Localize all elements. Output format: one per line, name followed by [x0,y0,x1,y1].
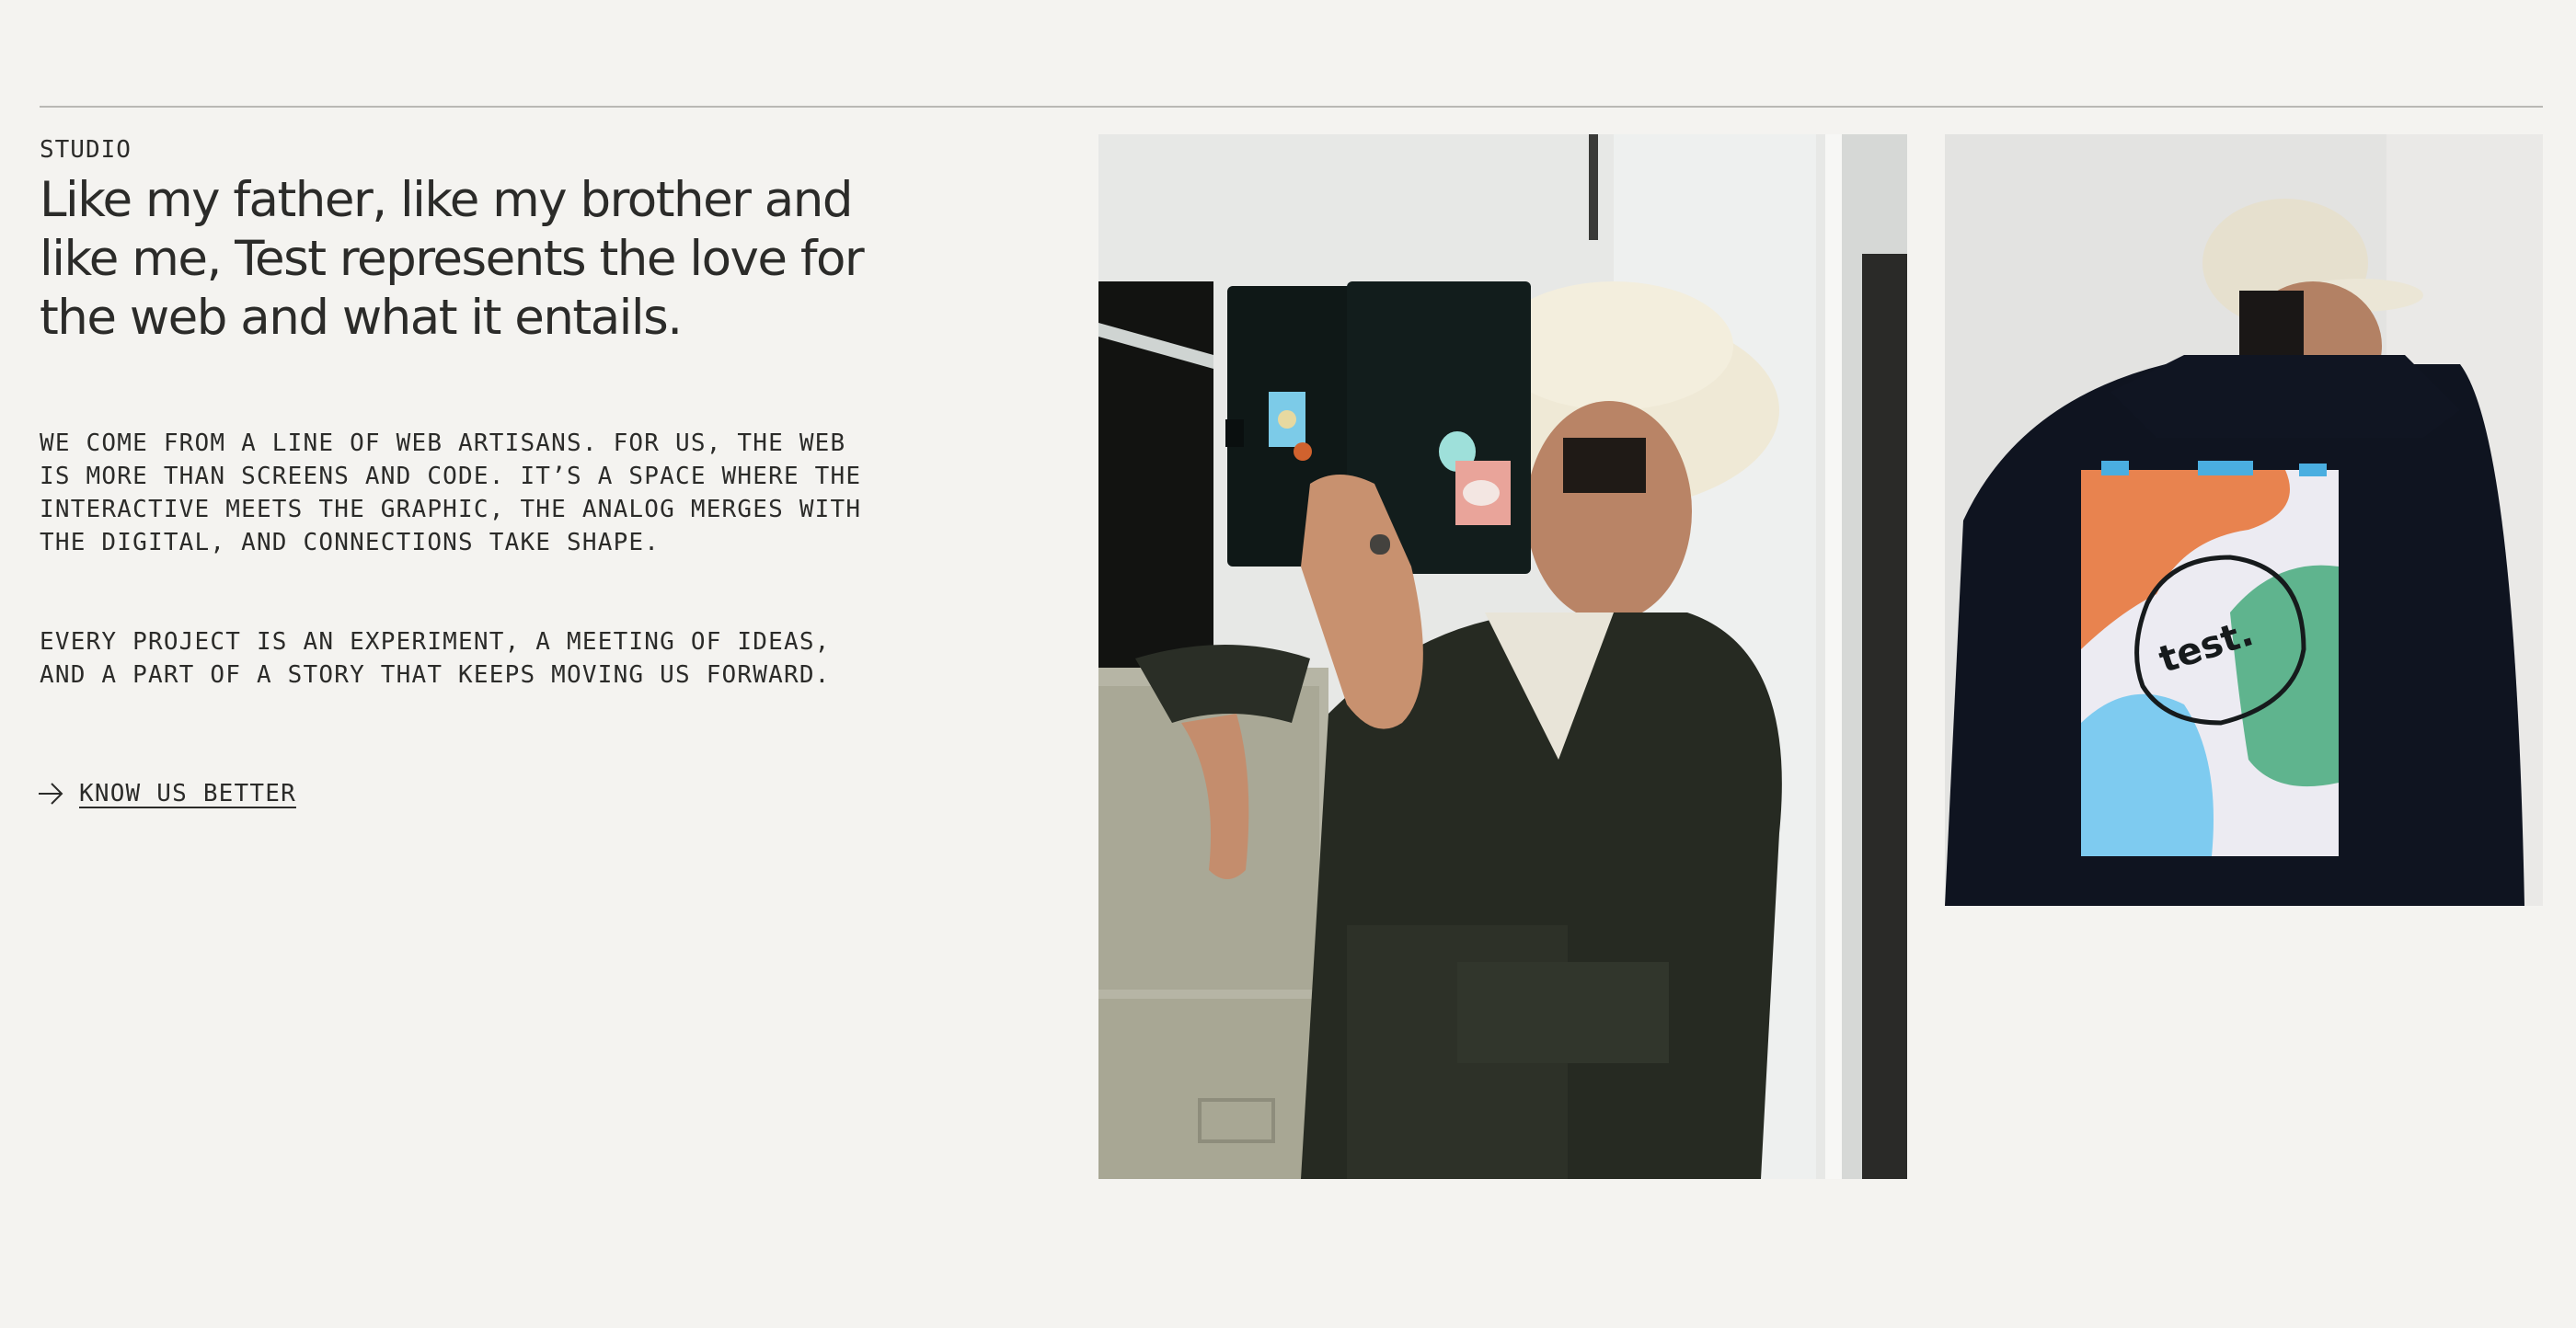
second-paragraph: EVERY PROJECT IS AN EXPERIMENT, A MEETIN… [40,628,831,689]
headline: Like my father, like my brother and like… [40,172,865,346]
know-us-better-link[interactable]: KNOW US BETTER [37,780,296,807]
photo-man-with-notebook [1098,134,1907,1179]
know-us-better-label: KNOW US BETTER [79,780,296,807]
top-divider [40,106,2543,108]
photo-man-with-poster: test. [1945,134,2543,906]
section-label: STUDIO [40,136,132,164]
arrow-right-icon [39,783,63,805]
intro-paragraph: WE COME FROM A LINE OF WEB ARTISANS. FOR… [40,429,862,556]
